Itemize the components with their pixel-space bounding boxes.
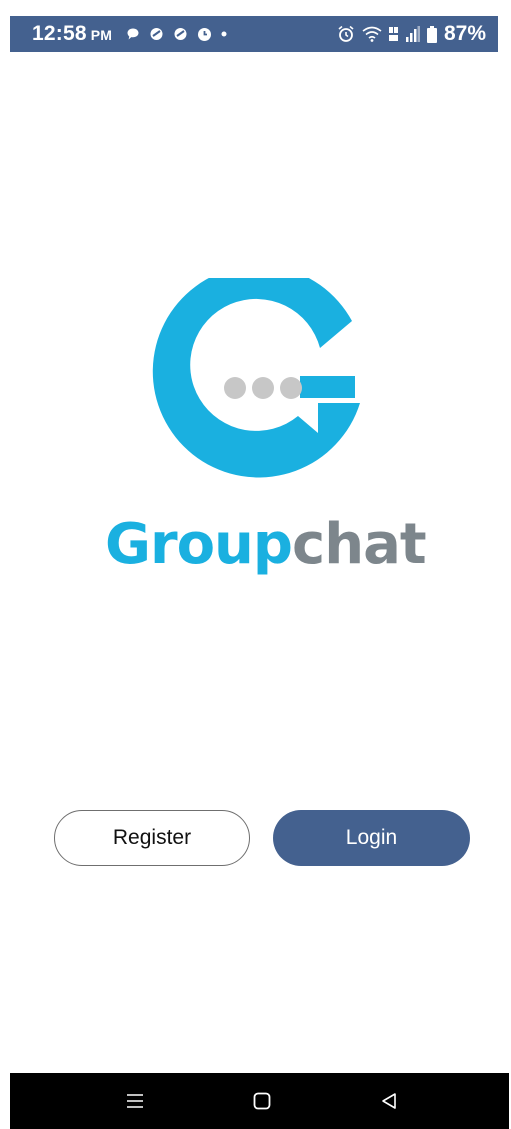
status-ampm: PM	[90, 27, 113, 43]
home-button[interactable]	[232, 1073, 292, 1129]
clock-app-icon	[198, 27, 212, 41]
status-bar: 12:58 PM 87%	[10, 16, 498, 52]
notification-icons	[126, 27, 227, 42]
battery-percent: 87%	[443, 22, 486, 45]
register-button-label: Register	[112, 826, 192, 849]
back-icon	[382, 1093, 396, 1109]
lte-icon	[388, 27, 398, 41]
alarm-icon	[338, 25, 354, 42]
wordmark-group: Group	[105, 512, 293, 577]
wordmark-chat: chat	[292, 512, 427, 577]
chat-bubble-icon	[127, 28, 139, 40]
status-time-value: 12:58	[32, 22, 87, 45]
dot-icon	[221, 31, 227, 37]
signal-icon	[405, 26, 420, 42]
system-icons: 87%	[337, 22, 486, 46]
login-button-label: Login	[345, 826, 398, 849]
groupchat-logo-icon	[152, 278, 360, 478]
wifi-icon	[362, 26, 382, 42]
recents-button[interactable]	[105, 1073, 165, 1129]
login-button[interactable]: Login	[273, 810, 470, 866]
back-button[interactable]	[359, 1073, 419, 1129]
app-icon	[150, 28, 163, 40]
screen: 12:58 PM 87% Groupchat Register Login	[0, 0, 511, 1129]
home-icon	[253, 1092, 271, 1110]
recents-icon	[127, 1094, 143, 1108]
battery-icon	[426, 25, 437, 43]
register-button[interactable]: Register	[54, 810, 250, 866]
app-icon	[174, 28, 187, 40]
app-wordmark: Groupchat	[105, 505, 427, 585]
navigation-bar	[10, 1073, 509, 1129]
status-time: 12:58 PM	[32, 22, 112, 46]
